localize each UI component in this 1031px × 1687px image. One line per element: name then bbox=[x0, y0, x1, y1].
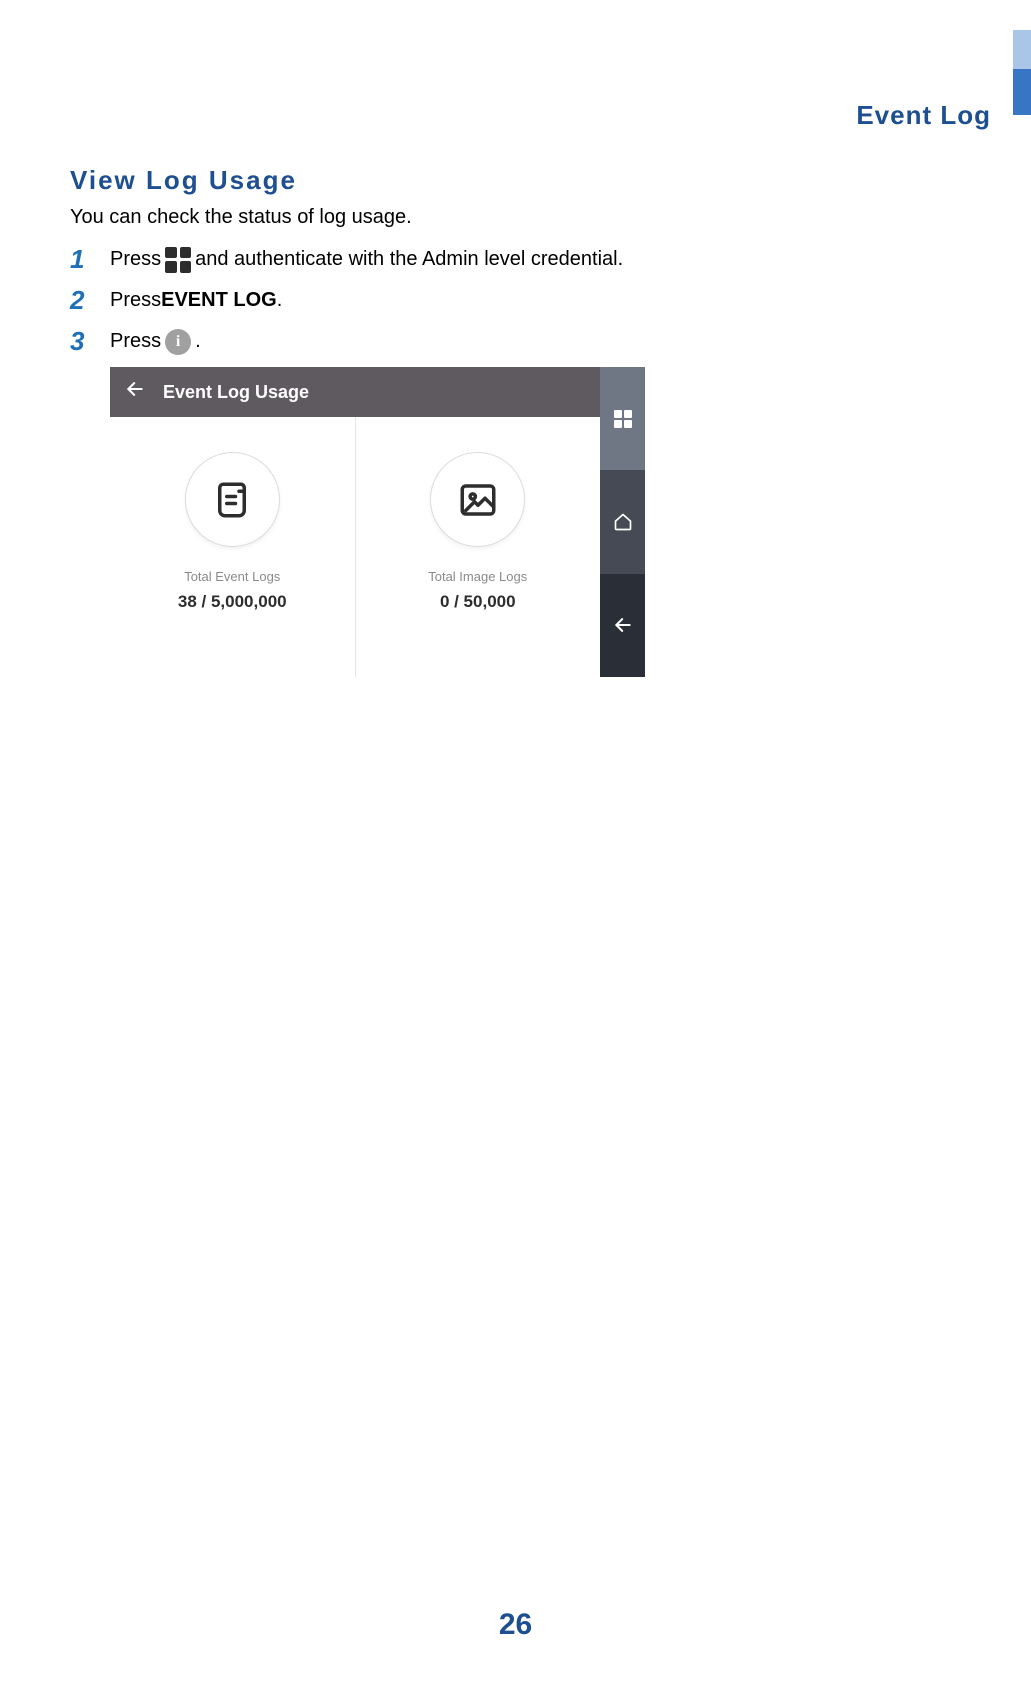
step-text-before: Press bbox=[110, 330, 161, 353]
device-screenshot: Event Log Usage Total Event Logs 38 / 5,… bbox=[110, 367, 645, 677]
device-header-title: Event Log Usage bbox=[163, 382, 309, 403]
menu-grid-icon bbox=[165, 247, 191, 273]
back-arrow-icon[interactable] bbox=[125, 379, 145, 405]
info-icon: i bbox=[165, 329, 191, 355]
step-text: Press and authenticate with the Admin le… bbox=[110, 247, 623, 273]
step-number: 3 bbox=[70, 326, 110, 357]
page-edge-tab bbox=[1013, 30, 1031, 115]
step-text-before: Press bbox=[110, 248, 161, 271]
page-tab-dark bbox=[1013, 69, 1031, 115]
step-text: Press EVENT LOG . bbox=[110, 289, 282, 312]
step-text-before: Press bbox=[110, 289, 161, 312]
step-number: 2 bbox=[70, 285, 110, 316]
device-body: Total Event Logs 38 / 5,000,000 Total Im… bbox=[110, 417, 600, 677]
step-item-2: 2 Press EVENT LOG . bbox=[70, 285, 961, 316]
device-sidebar bbox=[600, 367, 645, 677]
metric-value: 0 / 50,000 bbox=[440, 592, 516, 612]
section-title: View Log Usage bbox=[70, 165, 961, 196]
image-icon bbox=[430, 452, 525, 547]
step-item-3: 3 Press i . bbox=[70, 326, 961, 357]
step-text-bold: EVENT LOG bbox=[161, 289, 277, 312]
back-arrow-icon bbox=[613, 615, 633, 635]
step-list: 1 Press and authenticate with the Admin … bbox=[70, 244, 961, 357]
home-icon bbox=[613, 512, 633, 532]
metric-label: Total Image Logs bbox=[428, 569, 527, 584]
apps-button[interactable] bbox=[600, 367, 645, 470]
metric-image-logs: Total Image Logs 0 / 50,000 bbox=[355, 417, 601, 677]
page-tab-light bbox=[1013, 30, 1031, 69]
page-header-title: Event Log bbox=[856, 100, 991, 131]
step-text-punct: . bbox=[277, 289, 283, 312]
step-number: 1 bbox=[70, 244, 110, 275]
page-number: 26 bbox=[0, 1608, 1031, 1642]
device-header: Event Log Usage bbox=[110, 367, 600, 417]
metric-event-logs: Total Event Logs 38 / 5,000,000 bbox=[110, 417, 355, 677]
back-button[interactable] bbox=[600, 574, 645, 677]
step-text-after: and authenticate with the Admin level cr… bbox=[195, 248, 623, 271]
section-intro: You can check the status of log usage. bbox=[70, 206, 961, 229]
step-text: Press i . bbox=[110, 329, 201, 355]
metric-label: Total Event Logs bbox=[184, 569, 280, 584]
apps-grid-icon bbox=[614, 410, 632, 428]
metric-value: 38 / 5,000,000 bbox=[178, 592, 287, 612]
home-button[interactable] bbox=[600, 470, 645, 573]
step-item-1: 1 Press and authenticate with the Admin … bbox=[70, 244, 961, 275]
scroll-log-icon bbox=[185, 452, 280, 547]
step-text-punct: . bbox=[195, 330, 201, 353]
